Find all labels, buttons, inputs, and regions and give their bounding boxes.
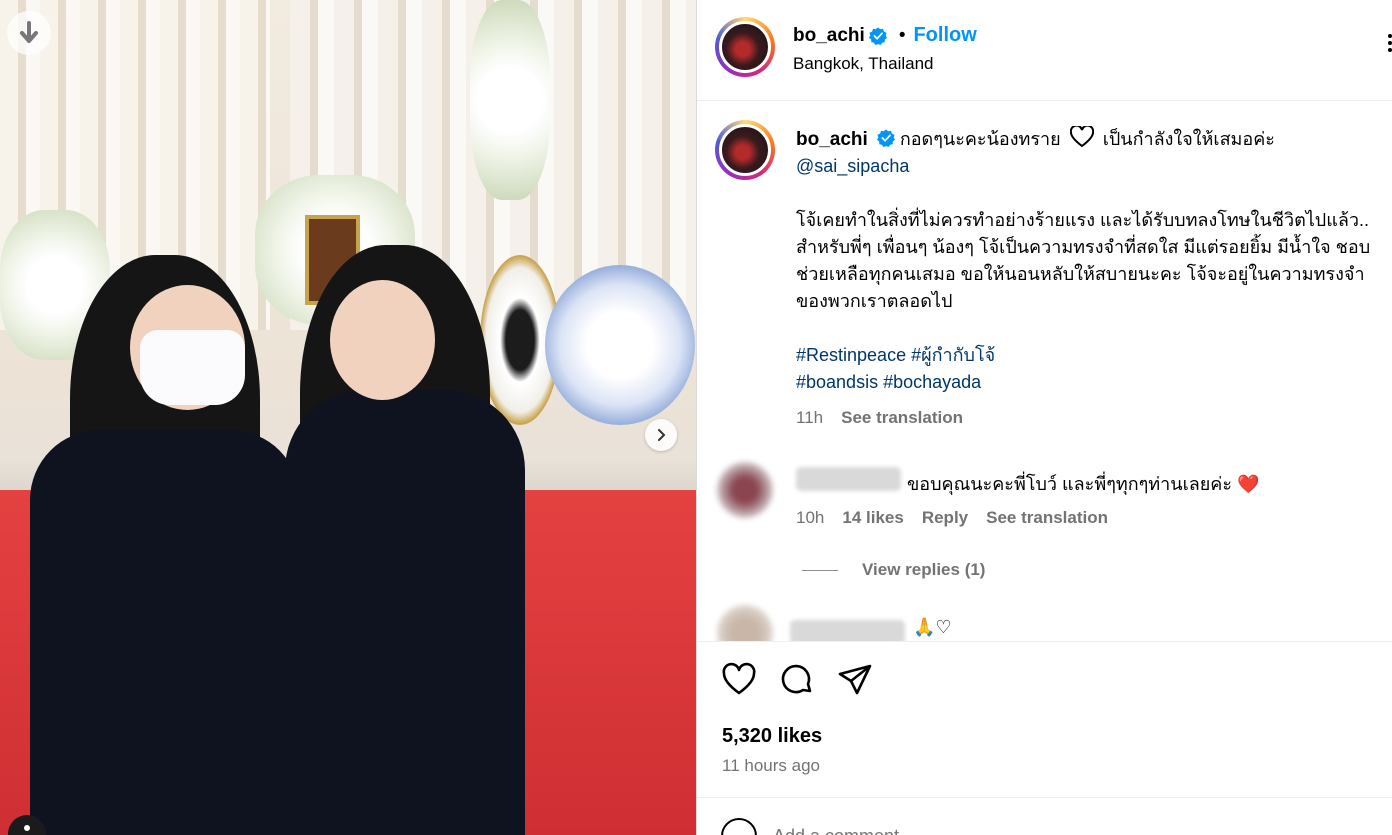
chevron-right-icon <box>658 429 666 441</box>
replies-line <box>802 569 838 571</box>
caption-text: กอดๆนะคะน้องทราย <box>899 129 1061 149</box>
hashtag-link[interactable]: #ผู้กำกับโจ้ <box>911 345 995 365</box>
header-divider <box>697 100 1392 101</box>
caption-username[interactable]: bo_achi <box>796 129 868 150</box>
author-avatar[interactable] <box>715 17 775 77</box>
hashtag-link[interactable]: #bochayada <box>883 372 981 392</box>
download-button[interactable] <box>7 11 51 55</box>
post-details-panel: bo_achi • Follow Bangkok, Thailand bo_ac… <box>696 0 1392 835</box>
heart-icon[interactable] <box>721 662 757 698</box>
emoji-icon[interactable] <box>721 818 757 835</box>
next-image-button[interactable] <box>645 419 677 451</box>
verified-icon <box>876 129 895 147</box>
reply-button[interactable]: Reply <box>922 508 968 528</box>
footer-divider <box>697 797 1392 798</box>
mention-link[interactable]: @sai_sipacha <box>796 156 909 176</box>
hashtag-link[interactable]: #Restinpeace <box>796 345 906 365</box>
comment-time: 10h <box>796 508 825 527</box>
view-replies-label: View replies (1) <box>862 560 986 579</box>
more-options-icon[interactable] <box>1385 33 1392 53</box>
add-comment-row <box>721 818 1173 835</box>
commenter-username[interactable] <box>796 467 901 491</box>
post-image[interactable] <box>0 0 696 835</box>
separator-dot: • <box>898 24 906 46</box>
post-caption: bo_achi กอดๆนะคะน้องทราย เป็นกำลังใจให้เ… <box>796 124 1392 396</box>
hashtag-link[interactable]: #boandsis <box>796 372 878 392</box>
share-icon[interactable] <box>837 662 873 698</box>
post-time: 11 hours ago <box>722 756 820 775</box>
comment-input[interactable] <box>773 825 1173 835</box>
caption-time: 11h <box>796 408 824 427</box>
view-replies-button[interactable]: View replies (1) <box>802 560 985 580</box>
follow-button[interactable]: Follow <box>913 24 976 47</box>
author-username[interactable]: bo_achi <box>793 25 865 47</box>
user-tag-icon <box>24 825 30 831</box>
person-face <box>330 280 435 400</box>
face-mask <box>140 330 245 405</box>
post-actions <box>721 662 873 698</box>
comments-divider <box>697 641 1392 642</box>
caption-body: โจ้เคยทำในสิ่งที่ไม่ควรทำอย่างร้ายแรง แล… <box>796 210 1371 311</box>
see-translation-link[interactable]: See translation <box>841 408 963 428</box>
commenter-avatar[interactable] <box>717 462 773 518</box>
person-left <box>30 430 300 835</box>
comment: ขอบคุณนะคะพี่โบว์ และพี่ๆทุกๆท่านเลยค่ะ … <box>907 469 1259 498</box>
post-header: bo_achi • Follow <box>793 24 977 47</box>
verified-icon <box>868 26 887 45</box>
heart-emoji: ❤️ <box>1237 474 1260 494</box>
person-right <box>285 390 525 835</box>
comment-text: ขอบคุณนะคะพี่โบว์ และพี่ๆทุกๆท่านเลยค่ะ <box>907 474 1233 494</box>
comment-text: 🙏♡ <box>913 617 952 637</box>
see-translation-link[interactable]: See translation <box>986 508 1108 528</box>
heart-outline-icon <box>1069 124 1094 148</box>
flower-arrangement <box>470 0 550 200</box>
likes-count[interactable]: 5,320 likes <box>722 725 822 748</box>
download-icon <box>20 21 38 43</box>
post-location[interactable]: Bangkok, Thailand <box>793 54 934 74</box>
caption-avatar[interactable] <box>715 120 775 180</box>
comment-likes[interactable]: 14 likes <box>842 508 903 528</box>
funeral-wreath <box>545 265 695 425</box>
caption-meta: 11h See translation <box>796 408 963 428</box>
comment-icon[interactable] <box>779 662 815 698</box>
comment-meta: 10h 14 likes Reply See translation <box>796 508 1108 528</box>
caption-text: เป็นกำลังใจให้เสมอค่ะ <box>1102 129 1275 149</box>
